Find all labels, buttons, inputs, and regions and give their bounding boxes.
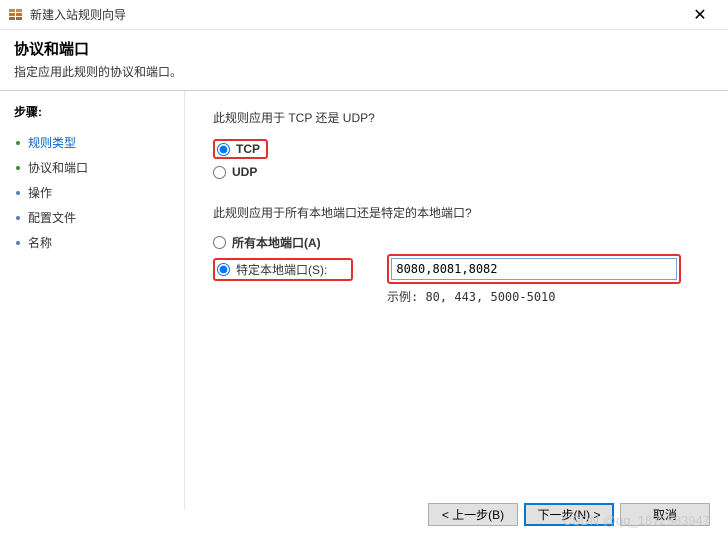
step-label: 名称 — [28, 234, 52, 251]
bullet-icon — [14, 239, 22, 247]
cancel-button[interactable]: 取消 — [620, 503, 710, 526]
port-question: 此规则应用于所有本地端口还是特定的本地端口? — [213, 204, 700, 221]
main-panel: 此规则应用于 TCP 还是 UDP? TCP UDP 此规则应用于所有本地端口还… — [185, 91, 728, 509]
firewall-icon — [8, 7, 24, 23]
step-label: 规则类型 — [28, 134, 76, 151]
step-label: 操作 — [28, 184, 52, 201]
port-input[interactable] — [391, 258, 677, 280]
bullet-icon — [14, 214, 22, 222]
steps-sidebar: 步骤: 规则类型 协议和端口 操作 配置文件 名称 — [0, 91, 185, 509]
all-ports-label[interactable]: 所有本地端口(A) — [232, 234, 321, 251]
window-title: 新建入站规则向导 — [30, 6, 680, 23]
page-subtitle: 指定应用此规则的协议和端口。 — [14, 63, 714, 80]
tcp-radio[interactable] — [217, 143, 230, 156]
close-button[interactable]: ✕ — [680, 1, 720, 29]
step-label: 协议和端口 — [28, 159, 88, 176]
udp-label[interactable]: UDP — [232, 165, 257, 179]
specific-ports-label[interactable]: 特定本地端口(S): — [236, 261, 327, 278]
protocol-question: 此规则应用于 TCP 还是 UDP? — [213, 109, 700, 126]
tcp-label[interactable]: TCP — [236, 142, 260, 156]
titlebar: 新建入站规则向导 ✕ — [0, 0, 728, 30]
step-action[interactable]: 操作 — [14, 180, 170, 205]
wizard-footer: < 上一步(B) 下一步(N) > 取消 — [428, 503, 710, 526]
step-protocol-port[interactable]: 协议和端口 — [14, 155, 170, 180]
step-name[interactable]: 名称 — [14, 230, 170, 255]
page-title: 协议和端口 — [14, 38, 714, 59]
specific-ports-radio[interactable] — [217, 263, 230, 276]
bullet-icon — [14, 139, 22, 147]
bullet-icon — [14, 164, 22, 172]
wizard-header: 协议和端口 指定应用此规则的协议和端口。 — [0, 30, 728, 91]
port-input-highlight — [387, 254, 681, 284]
close-icon: ✕ — [693, 5, 706, 25]
udp-radio[interactable] — [213, 166, 226, 179]
step-rule-type[interactable]: 规则类型 — [14, 130, 170, 155]
content-area: 步骤: 规则类型 协议和端口 操作 配置文件 名称 此规则应用于 TCP 还是 … — [0, 91, 728, 509]
all-ports-radio[interactable] — [213, 236, 226, 249]
steps-heading: 步骤: — [14, 103, 170, 120]
tcp-highlight: TCP — [213, 139, 268, 159]
step-profile[interactable]: 配置文件 — [14, 205, 170, 230]
protocol-radio-group: TCP UDP — [213, 136, 700, 182]
specific-ports-highlight: 特定本地端口(S): — [213, 258, 353, 281]
port-example: 示例: 80, 443, 5000-5010 — [387, 288, 700, 305]
step-label: 配置文件 — [28, 209, 76, 226]
port-radio-group: 所有本地端口(A) 特定本地端口(S): 示例: 80, 443, 5000-5… — [213, 231, 700, 305]
next-button[interactable]: 下一步(N) > — [524, 503, 614, 526]
back-button[interactable]: < 上一步(B) — [428, 503, 518, 526]
bullet-icon — [14, 189, 22, 197]
